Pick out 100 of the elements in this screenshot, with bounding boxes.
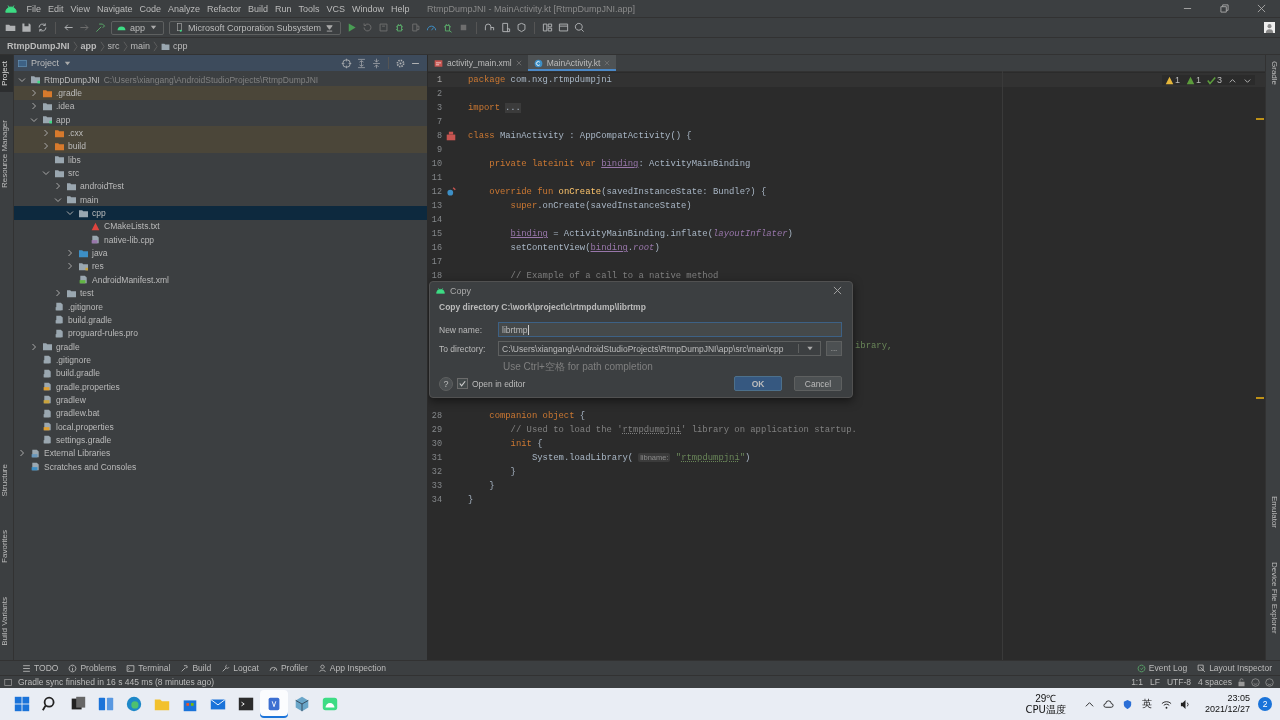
tree-item[interactable]: local.properties — [14, 419, 427, 434]
tool-tab[interactable]: Problems — [68, 663, 117, 673]
tree-item[interactable]: gradle.properties — [14, 379, 427, 394]
checkbox[interactable] — [457, 378, 468, 389]
tree-item[interactable]: External Libraries — [14, 446, 427, 460]
smiley-icon[interactable] — [1251, 677, 1260, 687]
menu-item[interactable]: File — [23, 3, 45, 14]
tool-tab[interactable]: App Inspection — [317, 663, 387, 673]
tool-tab[interactable]: Profiler — [268, 663, 308, 673]
tool-window-tab[interactable]: Build Variants — [0, 591, 13, 652]
tree-item[interactable]: cpp — [14, 206, 427, 220]
restore-icon[interactable] — [1220, 4, 1229, 13]
menu-item[interactable]: Help — [387, 3, 414, 14]
tool-window-tab[interactable]: Favorites — [0, 524, 13, 570]
tree-item[interactable]: proguard-rules.pro — [14, 326, 427, 340]
tree-item[interactable]: androidTest — [14, 179, 427, 194]
editor-tab[interactable]: activity_main.xml — [428, 55, 528, 71]
tree-item[interactable]: main — [14, 193, 427, 207]
menu-item[interactable]: Navigate — [93, 3, 136, 14]
panel-title[interactable]: Project — [31, 58, 59, 68]
tool-tab[interactable]: Terminal — [126, 663, 171, 673]
menu-item[interactable]: VCS — [323, 3, 349, 14]
device-dropdown[interactable]: Microsoft Corporation Subsystem — [169, 20, 342, 35]
tree-item[interactable]: gradle — [14, 339, 427, 354]
checkbox-label[interactable]: Open in editor — [472, 378, 526, 389]
layout-file-icon[interactable] — [446, 131, 456, 141]
tool-window-tab[interactable]: Project — [0, 55, 13, 92]
editor-tab[interactable]: MainActivity.kt — [527, 55, 617, 71]
browse-button[interactable]: ... — [826, 341, 842, 356]
input-method-indicator[interactable]: 英 — [1141, 697, 1152, 711]
menu-item[interactable]: View — [67, 3, 94, 14]
tree-item[interactable]: .gitignore — [14, 299, 427, 314]
sync-icon[interactable] — [37, 22, 48, 33]
menu-item[interactable]: Window — [348, 3, 388, 14]
menu-item[interactable]: Refactor — [203, 3, 245, 14]
breadcrumb-item[interactable]: cpp — [173, 41, 188, 51]
chevron-icon[interactable] — [30, 115, 38, 124]
tool-window-tab[interactable]: Resource Manager — [0, 113, 13, 194]
chevron-icon[interactable] — [54, 195, 62, 204]
bug-icon[interactable] — [394, 22, 406, 33]
window-icon[interactable] — [4, 677, 13, 687]
tree-item[interactable]: gradlew.bat — [14, 406, 427, 420]
status-item[interactable]: LF — [1149, 677, 1160, 687]
menu-item[interactable]: Build — [244, 3, 272, 14]
notification-badge[interactable]: 2 — [1258, 697, 1272, 711]
chevron-icon[interactable] — [54, 182, 62, 191]
chevron-icon[interactable] — [30, 342, 38, 351]
run-config-dropdown[interactable]: app — [111, 20, 165, 35]
menu-item[interactable]: Code — [135, 3, 165, 14]
speaker-icon[interactable] — [1179, 698, 1191, 710]
tool-window-tab[interactable]: Device File Explorer — [1266, 556, 1279, 640]
shield-icon[interactable] — [1121, 698, 1133, 710]
tool-window-tab[interactable]: Emulator — [1266, 490, 1279, 535]
tool-tab[interactable]: Build — [180, 663, 212, 673]
tool-tab[interactable]: Layout Inspector — [1197, 663, 1272, 673]
menu-item[interactable]: Tools — [295, 3, 324, 14]
chevron-icon[interactable] — [18, 75, 26, 84]
settings-icon[interactable] — [395, 57, 406, 69]
tree-item[interactable]: res — [14, 259, 427, 274]
chevron-icon[interactable] — [42, 129, 50, 138]
chevron-icon[interactable] — [42, 142, 50, 151]
tree-item[interactable]: java — [14, 246, 427, 260]
bug-icon[interactable] — [442, 22, 454, 33]
lock-icon[interactable] — [1237, 677, 1246, 687]
breadcrumb-item[interactable]: app — [80, 41, 97, 51]
gauge-icon[interactable] — [426, 22, 438, 33]
cancel-button[interactable]: Cancel — [794, 376, 842, 391]
collapse-all-icon[interactable] — [371, 57, 382, 69]
inspection-count[interactable]: 1 — [1164, 75, 1180, 85]
directory-combobox[interactable]: C:\Users\xiangang\AndroidStudioProjects\RtmpDumpJNI\app\src\main\cpp — [498, 341, 821, 356]
inspection-count[interactable]: 1 — [1185, 75, 1201, 85]
package-icon[interactable] — [516, 22, 528, 33]
folder-icon[interactable] — [5, 22, 16, 33]
clock-date[interactable]: 2021/12/27 — [1204, 704, 1250, 716]
tool-tab[interactable]: TODO — [22, 663, 59, 673]
close-icon[interactable] — [833, 286, 842, 295]
tool-window-tab[interactable]: Structure — [0, 457, 13, 503]
chevron-icon[interactable] — [42, 169, 50, 178]
tree-item[interactable]: gradlew — [14, 393, 427, 407]
tree-item[interactable]: .idea — [14, 99, 427, 114]
tree-item[interactable]: native-lib.cpp — [14, 233, 427, 247]
help-button[interactable]: ? — [439, 376, 453, 391]
chevron-icon[interactable] — [66, 209, 74, 218]
wifi-icon[interactable] — [1160, 698, 1172, 710]
target-icon[interactable] — [341, 57, 352, 69]
tree-item[interactable]: CMakeLists.txt — [14, 219, 427, 234]
expand-all-icon[interactable] — [356, 57, 367, 69]
tree-item[interactable]: .gradle — [14, 86, 427, 100]
tool-tab[interactable]: Logcat — [221, 663, 259, 673]
tree-item[interactable]: build.gradle — [14, 313, 427, 327]
save-icon[interactable] — [21, 22, 32, 33]
tree-item[interactable]: src — [14, 166, 427, 180]
play-icon[interactable] — [346, 22, 358, 33]
tree-item[interactable]: test — [14, 286, 427, 300]
chevron-icon[interactable] — [66, 262, 74, 271]
tree-item[interactable]: RtmpDumpJNI C:\Users\xiangang\AndroidStudioProjects\RtmpDumpJNI — [14, 73, 427, 87]
breadcrumb-item[interactable]: src — [107, 41, 120, 51]
back-arrow-icon[interactable] — [63, 22, 74, 33]
inspection-count[interactable]: 3 — [1207, 75, 1222, 85]
structure-icon[interactable] — [542, 22, 554, 33]
